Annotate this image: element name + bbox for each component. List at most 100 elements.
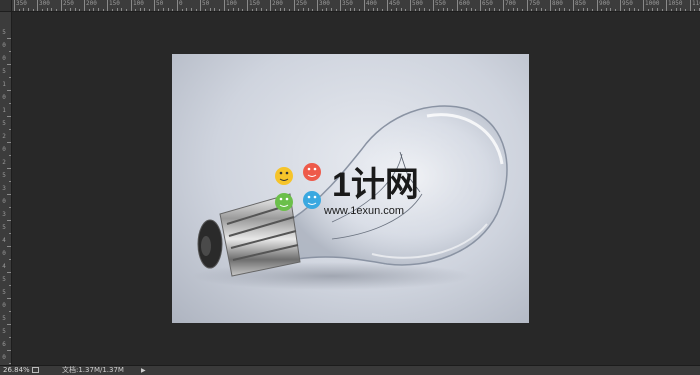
ruler-minor-tick <box>186 8 187 11</box>
ruler-minor-tick <box>7 64 11 65</box>
ruler-major-tick <box>433 0 434 11</box>
ruler-tick-label: 950 <box>622 0 633 7</box>
ruler-tick-label: 650 <box>482 0 493 7</box>
ruler-major-tick <box>247 0 248 11</box>
ruler-minor-tick <box>9 181 11 182</box>
ruler-tick-label: 5 <box>2 289 6 296</box>
ruler-tick-label: 0 <box>2 94 6 101</box>
ruler-tick-label: 900 <box>599 0 610 7</box>
ruler-minor-tick <box>624 9 625 11</box>
smiley-red-icon <box>303 163 321 181</box>
ruler-major-tick <box>177 0 178 11</box>
ruler-minor-tick <box>33 9 34 11</box>
ruler-minor-tick <box>7 38 11 39</box>
ruler-minor-tick <box>541 8 542 11</box>
ruler-minor-tick <box>452 9 453 11</box>
ruler-minor-tick <box>592 9 593 11</box>
light-bulb-image: 1计网 www.1exun.com <box>192 105 508 290</box>
ruler-tick-label: 800 <box>552 0 563 7</box>
ruler-tick-label: 400 <box>366 0 377 7</box>
ruler-minor-tick <box>65 9 66 11</box>
ruler-minor-tick <box>89 9 90 11</box>
ruler-minor-tick <box>289 9 290 11</box>
ruler-minor-tick <box>443 8 444 11</box>
ruler-minor-tick <box>499 9 500 11</box>
ruler-minor-tick <box>336 9 337 11</box>
ruler-minor-tick <box>555 9 556 11</box>
ruler-tick-label: 0 <box>2 42 6 49</box>
ruler-major-tick <box>294 0 295 11</box>
ruler-origin[interactable] <box>0 0 12 12</box>
ruler-minor-tick <box>266 9 267 11</box>
ruler-minor-tick <box>373 8 374 11</box>
ruler-minor-tick <box>466 8 467 11</box>
ruler-minor-tick <box>401 8 402 11</box>
ruler-minor-tick <box>638 9 639 11</box>
status-menu-arrow-icon[interactable]: ▶ <box>141 366 146 375</box>
ruler-major-tick <box>480 0 481 11</box>
ruler-minor-tick <box>163 8 164 11</box>
horizontal-ruler[interactable]: 350 300 250 200 150 100 50 0 50 100 150 200 250 300 35… <box>0 0 700 12</box>
ruler-minor-tick <box>168 8 169 11</box>
document-size: 文档:1.37M/1.37M <box>62 366 124 374</box>
ruler-minor-tick <box>606 8 607 11</box>
ruler-minor-tick <box>513 8 514 11</box>
ruler-minor-tick <box>671 9 672 11</box>
ruler-tick-label: 350 <box>16 0 27 7</box>
ruler-minor-tick <box>172 9 173 11</box>
document-canvas[interactable]: 1计网 www.1exun.com <box>172 54 529 323</box>
ruler-minor-tick <box>9 285 11 286</box>
ruler-major-tick <box>340 0 341 11</box>
smiley-green-icon <box>275 193 293 211</box>
watermark-url: www.1exun.com <box>323 205 404 217</box>
ruler-minor-tick <box>326 8 327 11</box>
vertical-ruler[interactable]: 50051015202530354045505560 <box>0 12 12 365</box>
ruler-minor-tick <box>494 8 495 11</box>
ruler-tick-label: 1100 <box>692 0 700 7</box>
ruler-minor-tick <box>140 8 141 11</box>
ruler-minor-tick <box>9 363 11 364</box>
ruler-tick-label: 5 <box>2 315 6 322</box>
zoom-level[interactable]: 26.84% <box>3 366 30 375</box>
ruler-tick-label: 3 <box>2 211 6 218</box>
smiley-blue-icon <box>303 191 321 209</box>
ruler-major-tick <box>387 0 388 11</box>
ruler-major-tick <box>107 0 108 11</box>
ruler-minor-tick <box>280 8 281 11</box>
ruler-minor-tick <box>508 9 509 11</box>
ruler-minor-tick <box>531 9 532 11</box>
ruler-minor-tick <box>103 9 104 11</box>
ruler-minor-tick <box>42 9 43 11</box>
ruler-minor-tick <box>79 9 80 11</box>
export-icon[interactable] <box>32 367 39 373</box>
ruler-tick-label: 1 <box>2 81 6 88</box>
ruler-tick-label: 0 <box>2 250 6 257</box>
ruler-tick-label: 0 <box>179 0 183 7</box>
ruler-tick-label: 4 <box>2 263 6 270</box>
ruler-minor-tick <box>9 311 11 312</box>
ruler-minor-tick <box>144 8 145 11</box>
status-bar: 26.84% 文档:1.37M/1.37M ▶ <box>0 365 700 375</box>
ruler-minor-tick <box>303 8 304 11</box>
ruler-minor-tick <box>475 9 476 11</box>
ruler-minor-tick <box>405 9 406 11</box>
ruler-minor-tick <box>298 9 299 11</box>
watermark-logo: 1计网 www.1exun.com <box>275 163 419 217</box>
ruler-minor-tick <box>7 272 11 273</box>
watermark-brand: 1计网 <box>332 166 419 204</box>
ruler-minor-tick <box>312 9 313 11</box>
ruler-tick-label: 350 <box>342 0 353 7</box>
ruler-minor-tick <box>9 129 11 130</box>
ruler-minor-tick <box>182 9 183 11</box>
ruler-minor-tick <box>415 9 416 11</box>
ruler-minor-tick <box>93 8 94 11</box>
ruler-tick-label: 1 <box>2 107 6 114</box>
ruler-minor-tick <box>359 9 360 11</box>
ruler-tick-label: 3 <box>2 185 6 192</box>
ruler-tick-label: 250 <box>296 0 307 7</box>
ruler-tick-label: 150 <box>249 0 260 7</box>
ruler-major-tick <box>550 0 551 11</box>
ruler-minor-tick <box>331 8 332 11</box>
ruler-major-tick <box>643 0 644 11</box>
ruler-minor-tick <box>9 103 11 104</box>
